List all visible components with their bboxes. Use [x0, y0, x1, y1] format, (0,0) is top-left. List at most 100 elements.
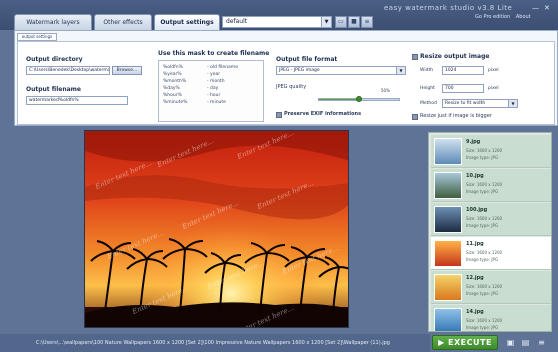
mask-token: %minute%: [163, 100, 188, 105]
app-version: v3.8 Lite: [477, 4, 513, 12]
thumbnail-item[interactable]: 10.jpg Size: 1600 x 1200 Image type: JPG: [431, 169, 551, 202]
output-settings-panel: output settings Output directory C:\User…: [14, 30, 558, 126]
preserve-exif-checkbox[interactable]: [276, 112, 282, 118]
thumbnail-image: [434, 274, 462, 301]
close-icon[interactable]: ✕: [544, 4, 550, 12]
thumbnail-type: Image type: JPG: [466, 325, 499, 330]
about-link[interactable]: About: [516, 14, 531, 20]
mask-row: %minute% - minute: [163, 99, 259, 106]
mask-description: - day: [207, 86, 219, 91]
thumbnail-filename: 9.jpg: [466, 139, 481, 145]
preserve-exif-label: Preserve EXIF informations: [284, 111, 362, 117]
thumbnail-size: Size: 1600 x 1200: [466, 216, 503, 221]
app-title-text: easy watermark studio: [384, 4, 475, 12]
chevron-down-icon: ▼: [321, 17, 331, 27]
method-label: Method: [420, 101, 437, 106]
resize-checkbox[interactable]: [412, 54, 418, 60]
file-format-value: JPEG - JPEG image: [279, 68, 320, 73]
status-bar: C:\Users\...\wallpapers\100 Nature Wallp…: [0, 334, 430, 352]
thumbnail-filename: 100.jpg: [466, 207, 488, 213]
jpeg-quality-value: 50%: [381, 88, 390, 93]
top-bar: Watermark layers Other effects Output se…: [0, 0, 558, 30]
minimize-icon[interactable]: —: [532, 4, 539, 12]
thumbnail-item[interactable]: 100.jpg Size: 1600 x 1200 Image type: JPG: [431, 203, 551, 236]
mask-row: %hour% - hour: [163, 92, 259, 99]
mask-list: %oldfn% - old filename %year% - year %month%…: [158, 60, 264, 122]
thumbnail-image: [434, 308, 462, 331]
thumbnail-filename: 11.jpg: [466, 241, 484, 247]
preset-select[interactable]: default ▼: [222, 16, 332, 28]
output-filename-label: Output filename: [26, 86, 81, 93]
add-images-icon[interactable]: ▣: [505, 337, 516, 348]
method-select[interactable]: Resize to fit width ▼: [442, 99, 518, 108]
mask-token: %year%: [163, 72, 182, 77]
mask-row: %day% - day: [163, 85, 259, 92]
thumbnail-size: Size: 1600 x 1200: [466, 250, 503, 255]
thumbnail-item[interactable]: 11.jpg Size: 1600 x 1200 Image type: JPG: [431, 237, 551, 270]
add-folder-icon[interactable]: ▤: [520, 337, 531, 348]
go-pro-link[interactable]: Go Pro edition: [475, 14, 510, 20]
output-directory-label: Output directory: [26, 56, 83, 63]
mask-description: - month: [207, 79, 225, 84]
thumbnail-list[interactable]: 9.jpg Size: 1600 x 1200 Image type: JPG 10.…: [428, 132, 552, 332]
output-directory-field[interactable]: C:\Users\Benedek\Desktop\watermarked: [26, 66, 110, 75]
thumbnail-filename: 10.jpg: [466, 173, 484, 179]
thumbnail-type: Image type: JPG: [466, 257, 499, 262]
thumbnail-size: Size: 1600 x 1200: [466, 318, 503, 323]
settings-content: Output directory C:\Users\Benedek\Deskto…: [17, 41, 555, 125]
height-unit: pixel: [488, 86, 499, 91]
thumbnail-filename: 12.jpg: [466, 275, 484, 281]
mask-token: %month%: [163, 79, 187, 84]
thumbnail-type: Image type: JPG: [466, 189, 499, 194]
file-format-select[interactable]: JPEG - JPEG image ▼: [276, 66, 406, 75]
open-preset-icon[interactable]: ▭: [335, 16, 347, 28]
mask-description: - old filename: [207, 65, 238, 70]
tab-output-settings[interactable]: Output settings: [154, 14, 220, 30]
thumbnail-type: Image type: JPG: [466, 155, 499, 160]
preset-value: default: [226, 18, 248, 25]
tab-watermark-layers[interactable]: Watermark layers: [14, 14, 92, 30]
thumbnail-item[interactable]: 14.jpg Size: 1600 x 1200 Image type: JPG: [431, 305, 551, 331]
execute-button[interactable]: ▶ EXECUTE: [432, 335, 498, 350]
thumbnail-filename: 14.jpg: [466, 309, 484, 315]
thumbnail-item[interactable]: 12.jpg Size: 1600 x 1200 Image type: JPG: [431, 271, 551, 304]
thumbnail-image: [434, 206, 462, 233]
thumbnail-size: Size: 1600 x 1200: [466, 284, 503, 289]
height-field[interactable]: 700: [442, 84, 484, 93]
thumbnail-item[interactable]: 9.jpg Size: 1600 x 1200 Image type: JPG: [431, 135, 551, 168]
jpeg-quality-label: JPEG quality: [276, 84, 307, 90]
mask-label: Use this mask to create filename: [158, 50, 270, 57]
save-preset-icon[interactable]: ■: [348, 16, 360, 28]
width-label: Width: [420, 68, 434, 73]
app-title: easy watermark studio v3.8 Lite: [384, 4, 512, 12]
execute-label: EXECUTE: [448, 338, 492, 347]
mask-description: - hour: [207, 93, 221, 98]
thumbnail-image: [434, 240, 462, 267]
chevron-down-icon: ▼: [508, 100, 517, 107]
image-preview[interactable]: Enter text here... Enter text here... Ente…: [84, 130, 349, 328]
thumbnail-size: Size: 1600 x 1200: [466, 182, 503, 187]
output-filename-field[interactable]: watermarked%oldfn%: [26, 96, 128, 105]
resize-bigger-checkbox[interactable]: [412, 114, 418, 120]
slider-thumb[interactable]: [356, 96, 362, 102]
sunset-palm-image: [85, 131, 348, 327]
jpeg-quality-slider[interactable]: [318, 96, 400, 102]
menu-icon[interactable]: ≡: [536, 337, 547, 348]
slider-fill: [319, 99, 359, 100]
mask-token: %oldfn%: [163, 65, 183, 70]
thumbnail-image: [434, 172, 462, 199]
mask-description: - year: [207, 72, 221, 77]
browse-button[interactable]: Browse...: [112, 66, 142, 75]
subtab-output-settings[interactable]: output settings: [17, 33, 57, 41]
width-field[interactable]: 1024: [442, 66, 484, 75]
mask-row: %oldfn% - old filename: [163, 64, 259, 71]
current-file-path: C:\Users\...\wallpapers\100 Nature Wallp…: [36, 340, 390, 346]
resize-bigger-label: Resize just if image is bigger: [420, 113, 492, 119]
delete-preset-icon[interactable]: ≡: [361, 16, 373, 28]
height-label: Height: [420, 86, 435, 91]
title-links: Go Pro edition About: [475, 14, 535, 20]
resize-label: Resize output image: [420, 53, 490, 60]
mask-description: - minute: [207, 100, 226, 105]
tab-other-effects[interactable]: Other effects: [94, 14, 152, 30]
thumbnail-size: Size: 1600 x 1200: [466, 148, 503, 153]
